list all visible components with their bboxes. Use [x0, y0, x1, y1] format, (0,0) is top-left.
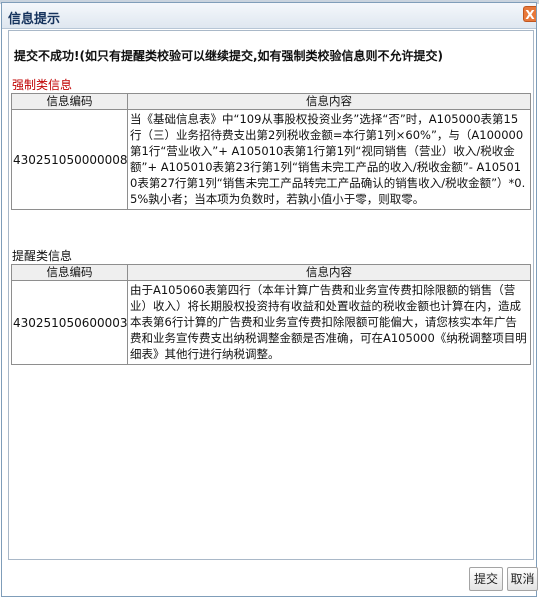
info-content-cell: 当《基础信息表》中“109从事股权投资业务”选择“否”时，A105000表第15… — [127, 109, 531, 210]
info-code-cell: 430251050000008 — [11, 109, 128, 210]
close-icon[interactable]: X — [523, 6, 536, 22]
info-dialog: 信息提示 X 提交不成功!(如只有提醒类校验可以继续提交,如有强制类校验信息则不… — [1, 2, 538, 597]
reminder-table-header: 信息编码 信息内容 — [11, 264, 531, 281]
mandatory-table-header: 信息编码 信息内容 — [11, 93, 531, 110]
reminder-table: 信息编码 信息内容 430251050600003 由于A105060表第四行（… — [11, 264, 531, 365]
table-row: 430251050000008 当《基础信息表》中“109从事股权投资业务”选择… — [11, 109, 531, 210]
submit-button[interactable]: 提交 — [469, 567, 503, 591]
column-header-code: 信息编码 — [11, 93, 128, 110]
dialog-title: 信息提示 — [8, 12, 61, 27]
column-header-content: 信息内容 — [127, 93, 531, 110]
table-row: 430251050600003 由于A105060表第四行（本年计算广告费和业务… — [11, 280, 531, 365]
info-content-cell: 由于A105060表第四行（本年计算广告费和业务宣传费扣除限额的销售（营业）收入… — [127, 280, 531, 365]
dialog-titlebar[interactable]: 信息提示 X — [2, 3, 536, 29]
mandatory-table: 信息编码 信息内容 430251050000008 当《基础信息表》中“109从… — [11, 93, 531, 210]
submit-failed-message: 提交不成功!(如只有提醒类校验可以继续提交,如有强制类校验信息则不允许提交) — [14, 49, 444, 63]
reminder-section-label: 提醒类信息 — [12, 249, 73, 263]
column-header-content: 信息内容 — [127, 264, 531, 281]
cancel-button[interactable]: 取消 — [507, 567, 538, 591]
column-header-code: 信息编码 — [11, 264, 128, 281]
mandatory-section-label: 强制类信息 — [12, 78, 73, 92]
message-panel: 提交不成功!(如只有提醒类校验可以继续提交,如有强制类校验信息则不允许提交) 强… — [8, 30, 534, 560]
info-code-cell: 430251050600003 — [11, 280, 128, 365]
